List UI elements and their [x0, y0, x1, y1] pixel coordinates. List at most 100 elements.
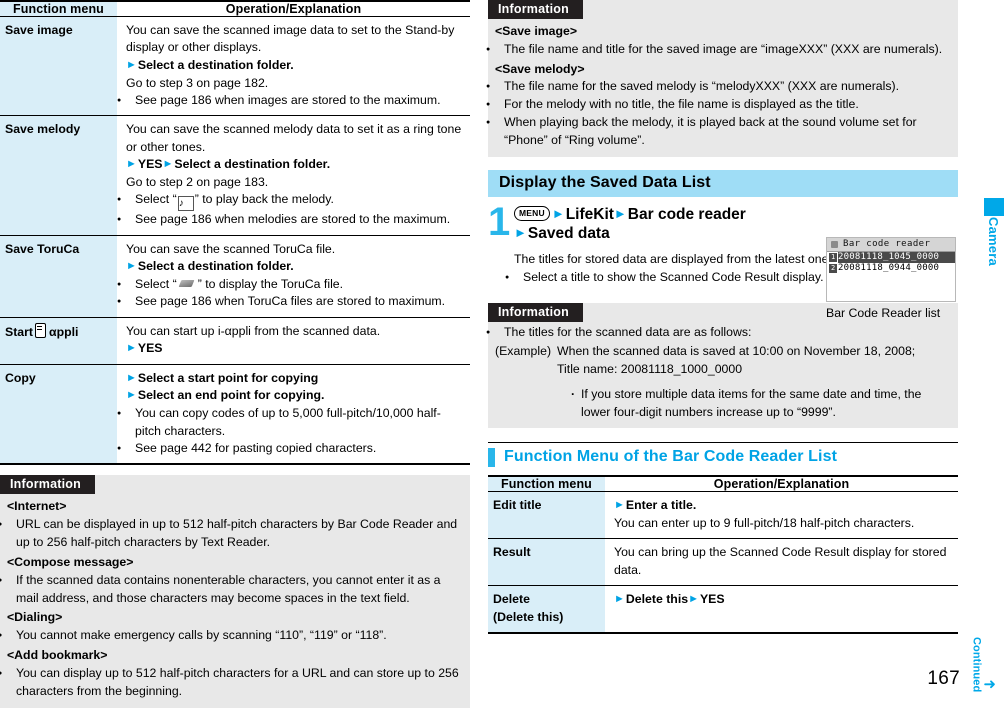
action-step: Select an end point for copying. — [137, 388, 325, 403]
bullet-icon — [126, 405, 135, 422]
column-divider — [479, 0, 480, 698]
function-menu-table-left: Function menu Operation/Explanation Save… — [0, 0, 470, 466]
action-step: Select a start point for copying — [137, 370, 319, 385]
continued-label: Continued — [970, 636, 983, 692]
side-tab-label: Camera — [986, 217, 1001, 266]
table-row: Save ToruCa You can save the scanned Tor… — [0, 235, 470, 318]
step-block-container: 1 MENU ►LifeKit►Bar code reader ►Saved da… — [488, 202, 958, 320]
bullet-text: URL can be displayed in up to 512 half-p… — [16, 517, 458, 550]
bullet-text: You cannot make emergency calls by scann… — [16, 628, 387, 643]
bullet-icon — [7, 627, 16, 645]
bullet-icon — [495, 78, 504, 96]
table-row: Edit title ►Enter a title. You can enter… — [488, 491, 958, 540]
information-tab-label: Information — [0, 475, 95, 495]
bullet-text: The file name and title for the saved im… — [504, 41, 943, 56]
lock-icon — [831, 240, 838, 248]
phone-title-text: Bar code reader — [843, 238, 931, 249]
information-body: <Internet> URL can be displayed in up to… — [0, 494, 470, 700]
bullet-item: See page 186 when images are stored to t… — [126, 92, 464, 109]
bullet-icon — [495, 324, 504, 342]
right-column: Information <Save image> The file name a… — [488, 0, 958, 635]
step-title-saved-data: Saved data — [527, 224, 610, 242]
row-label-delete: Delete (Delete this) — [488, 585, 605, 635]
row-content-delete: ►Delete this►YES — [605, 585, 958, 635]
table-row: Copy ►Select a start point for copying ►… — [0, 364, 470, 466]
arrow-icon: ► — [126, 58, 137, 71]
phone-list-item[interactable]: 1 20081118_1045_0000 — [827, 251, 955, 263]
bullet-icon — [126, 293, 135, 310]
row-label-edit-title: Edit title — [488, 491, 605, 540]
row-content-copy: ►Select a start point for copying ►Selec… — [117, 364, 470, 466]
step-description: The titles for stored data are displayed… — [514, 251, 834, 288]
side-tab-camera: Camera — [984, 198, 1004, 266]
section-heading-function-menu-bar-code-reader-list: Function Menu of the Bar Code Reader Lis… — [488, 442, 958, 468]
information-tab-label: Information — [488, 303, 583, 323]
column-header-operation-explanation: Operation/Explanation — [605, 475, 958, 493]
row-content-edit-title: ►Enter a title. You can enter up to 9 fu… — [605, 491, 958, 540]
bullet-icon — [7, 516, 16, 534]
melody-note-icon: ♪ — [177, 196, 194, 212]
action-step: Enter a title. — [625, 498, 697, 513]
bullet-text: Select a title to show the Scanned Code … — [523, 270, 824, 285]
step-title-bar-code-reader: Bar code reader — [627, 205, 746, 223]
bullet-icon — [495, 96, 504, 114]
information-heading-compose-message: <Compose message> — [7, 554, 134, 569]
section-heading-display-saved-data-list: Display the Saved Data List — [488, 169, 958, 197]
bullet-item: Select “♪” to play back the melody. — [126, 191, 464, 212]
bullet-item: You can copy codes of up to 5,000 full-p… — [126, 405, 464, 440]
bullet-item: You can display up to 512 half-pitch cha… — [7, 665, 460, 701]
arrow-icon: ► — [126, 371, 137, 384]
bullet-text: If the scanned data contains nonenterabl… — [16, 572, 441, 605]
action-step: Select a destination folder. — [137, 57, 294, 72]
action-step: Delete this — [625, 592, 689, 607]
step-description-text: The titles for stored data are displayed… — [514, 251, 832, 266]
toruca-card-icon — [179, 278, 196, 290]
bullet-text: When playing back the melody, it is play… — [504, 115, 917, 147]
phone-caption: Bar Code Reader list — [826, 305, 941, 320]
text-line: You can save the scanned ToruCa file. — [126, 241, 336, 256]
continued-marker: Continued ➜ — [970, 637, 996, 692]
example-label: (Example) — [495, 344, 552, 359]
row-content-start-iappli: You can start up i-αppli from the scanne… — [117, 317, 470, 365]
table-header-row: Function menu Operation/Explanation — [488, 475, 958, 493]
phone-mockup: Bar code reader 1 20081118_1045_0000 2 200… — [826, 236, 958, 322]
step-title-lifekit: LifeKit — [565, 205, 614, 223]
row-label-suffix: αppli — [49, 324, 79, 339]
arrow-icon: ► — [614, 593, 625, 606]
example-line-1: When the scanned data is saved at 10:00 … — [557, 344, 916, 359]
text-line: You can save the scanned image data to s… — [126, 23, 455, 55]
arrow-icon: ► — [514, 224, 527, 240]
text-line: You can save the scanned melody data to … — [126, 122, 462, 154]
bullet-icon — [495, 41, 504, 59]
row-content-save-melody: You can save the scanned melody data to … — [117, 115, 470, 236]
bullet-text-post: ” to display the ToruCa file. — [197, 276, 344, 291]
phone-list-item[interactable]: 2 20081118_0944_0000 — [827, 263, 955, 274]
row-content-save-image: You can save the scanned image data to s… — [117, 16, 470, 117]
bullet-icon — [495, 114, 504, 132]
table-row: Result You can bring up the Scanned Code… — [488, 538, 958, 587]
text-line: Go to step 2 on page 183. — [126, 174, 269, 189]
bullet-item: For the melody with no title, the file n… — [495, 96, 948, 114]
bullet-item: See page 442 for pasting copied characte… — [126, 440, 464, 457]
column-header-operation-explanation: Operation/Explanation — [117, 0, 470, 17]
list-item-label: 20081118_0944_0000 — [838, 262, 940, 273]
column-header-function-menu: Function menu — [488, 475, 605, 493]
arrow-icon: ► — [551, 205, 565, 221]
table-header-row: Function menu Operation/Explanation — [0, 0, 470, 17]
text-line: You can bring up the Scanned Code Result… — [614, 545, 947, 577]
bullet-text: The titles for the scanned data are as f… — [504, 325, 752, 340]
row-label-copy: Copy — [0, 364, 117, 466]
list-index-badge: 1 — [829, 252, 837, 262]
action-step: Select a destination folder. — [137, 259, 294, 274]
phone-screen-title: Bar code reader — [827, 237, 955, 252]
row-label-save-melody: Save melody — [0, 115, 117, 236]
bullet-text-pre: Select “ — [135, 192, 177, 207]
bullet-text: See page 186 when ToruCa files are store… — [135, 294, 446, 309]
function-menu-table-right: Function menu Operation/Explanation Edit… — [488, 475, 958, 635]
bullet-icon — [514, 269, 523, 287]
bullet-text: You can copy codes of up to 5,000 full-p… — [135, 406, 441, 438]
manual-page: Function menu Operation/Explanation Save… — [0, 0, 1004, 708]
